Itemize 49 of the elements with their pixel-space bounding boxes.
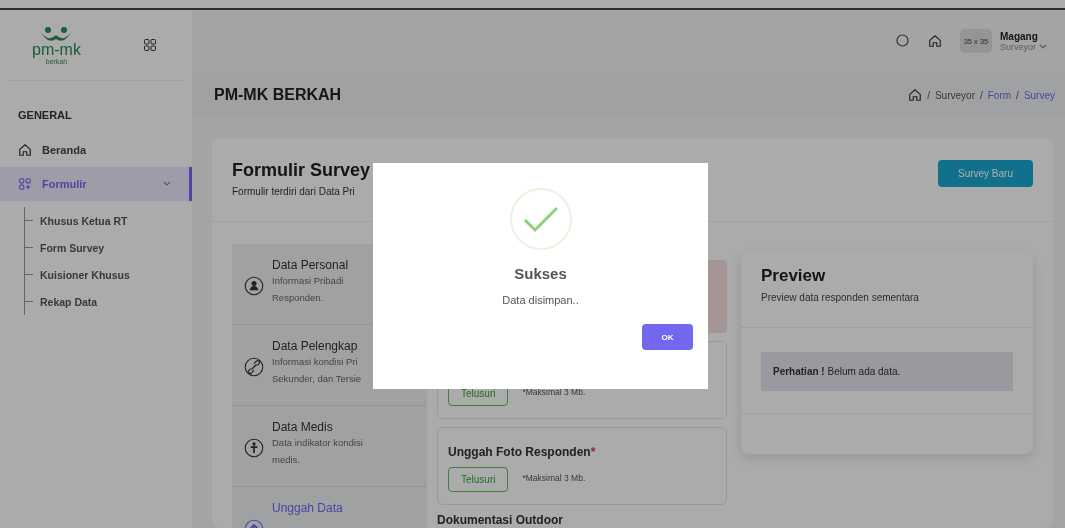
card-title: Formulir Survey <box>232 160 371 181</box>
step-description: Informasi Pribadi Responden. <box>272 274 345 306</box>
page-title: PM-MK BERKAH <box>214 86 342 104</box>
search-icon[interactable] <box>896 34 910 48</box>
grid-icon[interactable] <box>144 39 156 51</box>
dialog-message: Data disimpan.. <box>502 294 579 306</box>
submenu-item[interactable]: Kuisioner Khusus <box>25 261 192 288</box>
breadcrumb-link[interactable]: Surveyor <box>934 89 975 101</box>
step-title[interactable]: Data Personal <box>272 258 349 272</box>
size-note: *Maksimal 3 Mb. <box>522 387 586 397</box>
section-title: Dokumentasi Outdoor <box>437 513 564 527</box>
user-role[interactable]: Surveyor <box>1000 41 1036 52</box>
submenu-item[interactable]: Form Survey <box>25 234 192 261</box>
step-icon <box>244 438 264 458</box>
submenu-item[interactable]: Rekap Data <box>25 288 192 315</box>
preview-title: Preview <box>760 265 827 286</box>
breadcrumb-separator: / <box>1016 89 1019 101</box>
step-description: Informasi kondisi Pri Sekunder, dan Tersie <box>272 355 362 387</box>
user-name: Magang <box>1000 30 1039 42</box>
chevron-icon <box>163 181 171 187</box>
home-icon <box>18 143 32 157</box>
card-subtitle: Formulir terdiri dari Data Pri <box>232 186 356 197</box>
new-survey-button[interactable]: Survey Baru <box>937 160 1033 187</box>
sidebar-item[interactable]: Beranda <box>0 133 192 167</box>
section-heading: GENERAL <box>17 108 73 123</box>
check-icon <box>508 187 573 251</box>
step-icon <box>244 276 264 296</box>
step-description: Data indikator kondisi medis. <box>272 436 363 468</box>
home-icon <box>928 34 942 48</box>
step-icon <box>244 357 264 377</box>
breadcrumb-link[interactable]: Survey <box>1023 89 1055 101</box>
ok-button[interactable]: OK <box>642 324 693 350</box>
step-title[interactable]: Data Pelengkap <box>272 339 362 353</box>
browse-button[interactable]: Telusuri <box>448 467 509 492</box>
home-icon <box>908 88 923 102</box>
size-note: *Maksimal 3 Mb. <box>522 473 586 483</box>
breadcrumb-separator: / <box>979 89 983 101</box>
notice-box: Perhatian ! Belum ada data. <box>761 352 1013 391</box>
grid-icon <box>18 177 32 191</box>
upload-title: Unggah Foto Responden* <box>448 445 597 459</box>
dialog-title: Sukses <box>514 265 567 282</box>
breadcrumb-link[interactable]: Form <box>987 89 1012 101</box>
submenu-item[interactable]: Khusus Ketua RT <box>25 207 192 234</box>
breadcrumb-separator: / <box>927 89 930 101</box>
sidebar-item[interactable]: Formulir <box>0 167 192 201</box>
step-title[interactable]: Data Medis <box>272 420 363 434</box>
preview-subtitle: Preview data responden sementara <box>741 286 1033 328</box>
chevron-icon <box>1039 43 1047 50</box>
step-title[interactable]: Unggah Data <box>272 501 343 515</box>
